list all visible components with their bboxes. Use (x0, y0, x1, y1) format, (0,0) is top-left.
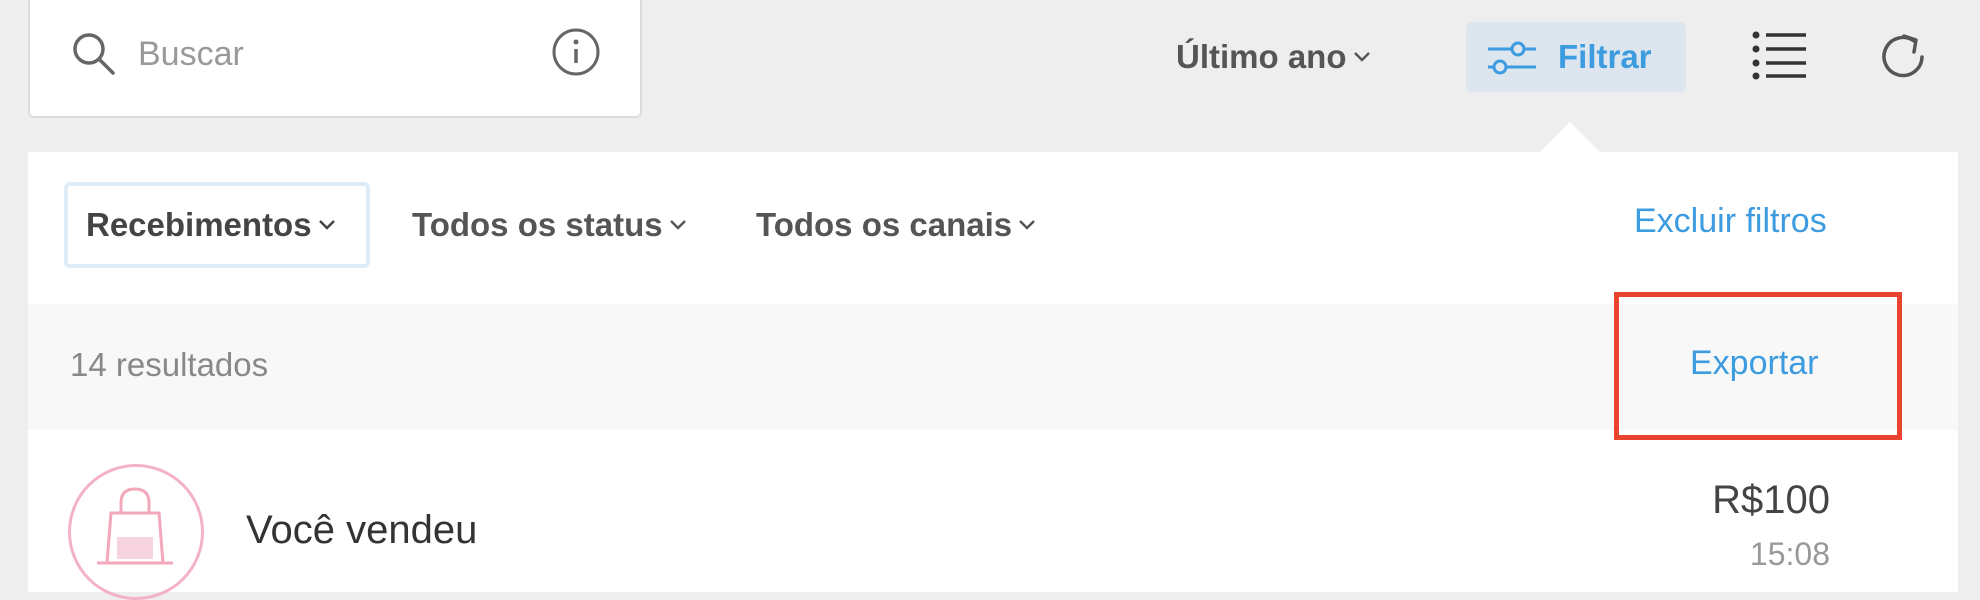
search-icon (73, 33, 115, 75)
filter-type-dropdown[interactable]: Recebimentos (64, 182, 370, 268)
filter-button[interactable]: Filtrar (1466, 22, 1686, 92)
transaction-time: 15:08 (1749, 536, 1830, 572)
filter-sliders-icon (1488, 41, 1536, 75)
chevron-down-icon (1019, 220, 1036, 230)
search-box[interactable] (28, 0, 642, 118)
filter-status-label: Todos os status (412, 206, 663, 243)
transaction-row[interactable]: Você vendeu R$100 15:08 (28, 430, 1958, 600)
results-bar: 14 resultados Exportar (28, 292, 1958, 440)
filter-type-label: Recebimentos (86, 206, 312, 243)
chevron-down-icon (1353, 52, 1370, 62)
export-link[interactable]: Exportar (1690, 344, 1819, 383)
period-label: Último ano (1176, 38, 1347, 75)
shopping-bag-icon (97, 487, 173, 565)
filter-channel-dropdown[interactable]: Todos os canais (756, 204, 1036, 246)
chevron-down-icon (318, 220, 335, 230)
chevron-down-icon (669, 220, 686, 230)
filter-button-label: Filtrar (1558, 38, 1652, 75)
transaction-amount: R$100 (1712, 478, 1830, 522)
filter-channel-label: Todos os canais (756, 206, 1013, 243)
search-input[interactable] (136, 30, 440, 78)
list-view-icon[interactable] (1752, 30, 1808, 80)
transaction-title: Você vendeu (246, 508, 478, 552)
results-count: 14 resultados (70, 346, 269, 383)
filter-status-dropdown[interactable]: Todos os status (412, 204, 687, 246)
refresh-icon[interactable] (1876, 30, 1930, 84)
popover-pointer (1540, 122, 1600, 152)
clear-filters-link[interactable]: Excluir filtros (1634, 202, 1827, 241)
transaction-avatar (68, 464, 204, 600)
filters-panel: Recebimentos Todos os status Todos os ca… (28, 152, 1958, 600)
info-icon[interactable] (550, 26, 602, 78)
period-dropdown[interactable]: Último ano (1176, 36, 1371, 78)
